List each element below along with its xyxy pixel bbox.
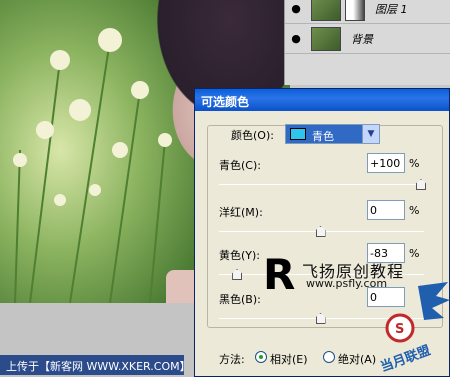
relative-radio[interactable] xyxy=(255,351,267,363)
layer-thumbnail xyxy=(311,26,341,51)
layer-thumbnail xyxy=(311,0,341,21)
magenta-label: 洋红(M): xyxy=(219,206,263,219)
svg-text:S: S xyxy=(395,322,404,337)
cyan-input[interactable]: +100 xyxy=(367,153,405,173)
color-swatch xyxy=(290,128,306,140)
site-logo: S 当月联盟 xyxy=(378,282,450,375)
layer-name: 背景 xyxy=(351,32,373,46)
relative-radio-label[interactable]: 相对(E) xyxy=(270,351,308,367)
layer-row[interactable]: ● 图层 1 xyxy=(285,0,450,24)
layer-mask-thumbnail xyxy=(345,0,365,21)
cyan-label: 青色(C): xyxy=(219,159,261,172)
magenta-input[interactable]: 0 xyxy=(367,200,405,220)
yellow-slider-thumb[interactable] xyxy=(232,269,240,278)
color-label: 颜色(O): xyxy=(231,129,274,142)
watermark-letter: R xyxy=(263,250,296,299)
layers-panel: ● 图层 1 ● 背景 xyxy=(284,0,450,85)
method-label: 方法: xyxy=(219,353,245,366)
magenta-slider-thumb[interactable] xyxy=(316,226,324,235)
magenta-unit: % xyxy=(409,204,420,217)
cyan-unit: % xyxy=(409,157,420,170)
layer-name: 图层 1 xyxy=(375,2,408,16)
dialog-title: 可选颜色 xyxy=(195,89,449,111)
logo-text: 当月联盟 xyxy=(378,342,432,375)
watermark-url: www.psfly.com xyxy=(306,277,388,290)
yellow-unit: % xyxy=(409,247,420,260)
chevron-down-icon[interactable]: ▼ xyxy=(362,125,379,143)
upload-source-bar: 上传于【新客网 WWW.XKER.COM】 xyxy=(0,355,184,375)
black-label: 黑色(B): xyxy=(219,293,261,306)
absolute-radio-label[interactable]: 绝对(A) xyxy=(338,351,376,367)
eye-icon[interactable]: ● xyxy=(285,2,307,15)
cyan-slider-thumb[interactable] xyxy=(416,179,424,188)
color-select[interactable]: 青色 ▼ xyxy=(285,124,380,144)
black-slider-thumb[interactable] xyxy=(316,313,324,322)
hand-image xyxy=(166,270,196,303)
color-select-value: 青色 xyxy=(312,130,334,143)
absolute-radio[interactable] xyxy=(323,351,335,363)
cyan-slider-track[interactable] xyxy=(219,184,424,185)
layer-row[interactable]: ● 背景 xyxy=(285,24,450,54)
yellow-label: 黄色(Y): xyxy=(219,249,261,262)
eye-icon[interactable]: ● xyxy=(285,32,307,45)
flower-stems-image xyxy=(13,28,172,303)
